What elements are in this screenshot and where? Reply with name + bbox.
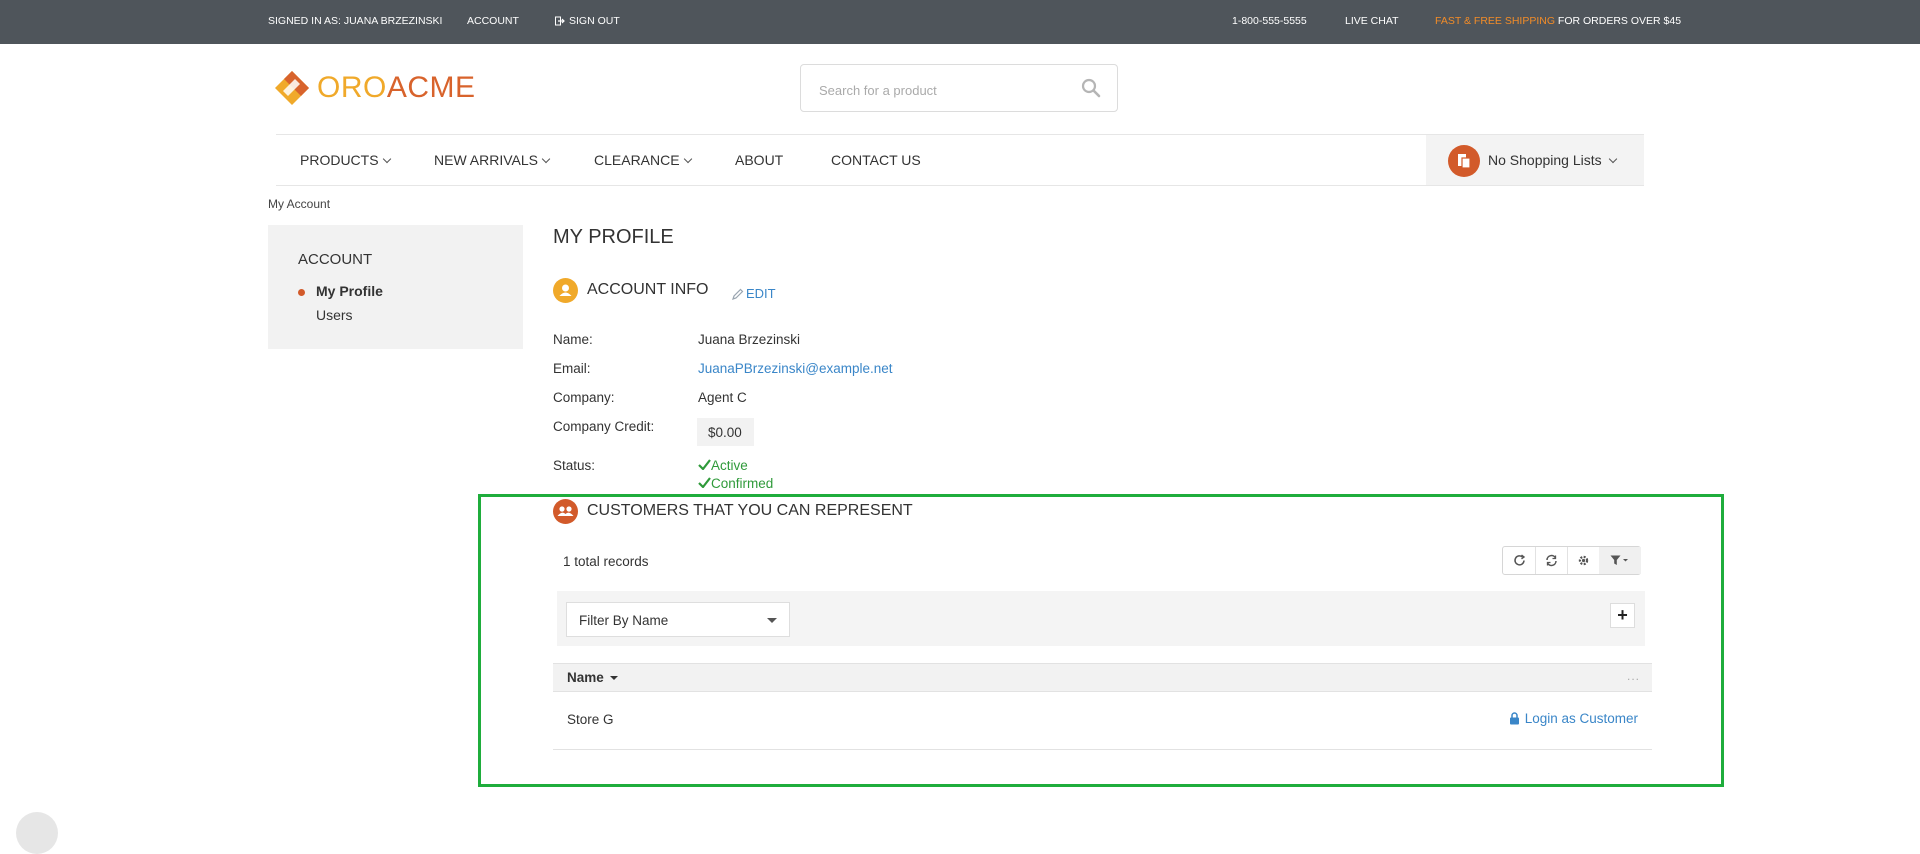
search-box — [800, 64, 1118, 112]
company-credit-badge: $0.00 — [697, 418, 754, 446]
lock-icon — [1509, 712, 1519, 725]
nav-item-label: PRODUCTS — [300, 152, 379, 168]
active-bullet-icon — [298, 289, 305, 296]
chevron-down-icon — [1608, 154, 1617, 164]
nav-item-contact-us[interactable]: CONTACT US — [831, 152, 921, 168]
name-label: Name: — [553, 332, 593, 347]
sidebar-item-my-profile[interactable]: My Profile — [316, 283, 383, 299]
filter-select-label: Filter By Name — [579, 613, 669, 628]
shopping-lists-text: No Shopping Lists — [1488, 152, 1602, 168]
sidebar-title: ACCOUNT — [298, 251, 373, 268]
gear-icon — [1578, 555, 1588, 566]
status-active-text: Active — [711, 458, 748, 473]
total-records: 1 total records — [563, 554, 649, 569]
search-icon — [1081, 78, 1101, 98]
grid-settings-button[interactable] — [1567, 547, 1600, 574]
filter-toggle-button[interactable] — [1599, 547, 1641, 574]
phone-number: 1-800-555-5555 — [1232, 15, 1307, 27]
shopping-lists-dropdown[interactable]: No Shopping Lists — [1426, 135, 1644, 185]
edit-button[interactable]: EDIT — [732, 286, 776, 301]
customer-name-cell: Store G — [567, 712, 614, 727]
logo-mark-icon — [275, 71, 309, 105]
site-logo[interactable]: OROACME — [273, 66, 476, 110]
status-confirmed: Confirmed — [698, 476, 773, 491]
status-active: Active — [698, 458, 748, 473]
breadcrumb[interactable]: My Account — [268, 197, 330, 211]
company-value: Agent C — [698, 390, 747, 405]
sign-out-icon — [555, 16, 565, 26]
main-nav: PRODUCTS NEW ARRIVALS CLEARANCE ABOUT CO… — [276, 134, 1644, 186]
signed-in-text: SIGNED IN AS: JUANA BRZEZINSKI — [268, 15, 443, 27]
account-link[interactable]: ACCOUNT — [467, 15, 519, 27]
chevron-down-icon — [382, 154, 391, 164]
shopping-list-icon — [1448, 145, 1480, 177]
check-icon — [698, 459, 711, 471]
nav-item-about[interactable]: ABOUT — [735, 152, 783, 168]
company-credit-label: Company Credit: — [553, 419, 655, 434]
logo-text: OROACME — [317, 71, 476, 105]
company-label: Company: — [553, 390, 615, 405]
nav-item-label: NEW ARRIVALS — [434, 152, 538, 168]
login-as-customer-label: Login as Customer — [1524, 711, 1638, 726]
column-header-name[interactable]: Name — [567, 670, 618, 685]
shipping-promo: FAST & FREE SHIPPING FOR ORDERS OVER $45 — [1435, 15, 1681, 27]
grid-toolbar — [1502, 546, 1641, 575]
shipping-promo-rest: FOR ORDERS OVER $45 — [1555, 15, 1682, 27]
pencil-icon — [732, 288, 744, 300]
caret-down-icon — [767, 618, 777, 623]
nav-item-clearance[interactable]: CLEARANCE — [594, 152, 692, 168]
reset-button[interactable] — [1535, 547, 1568, 574]
name-value: Juana Brzezinski — [698, 332, 801, 347]
chevron-down-icon — [541, 154, 551, 164]
customers-icon — [553, 499, 578, 524]
edit-label: EDIT — [746, 286, 776, 301]
account-info-title: ACCOUNT INFO — [587, 281, 709, 298]
search-button[interactable] — [1081, 78, 1103, 100]
filter-by-name-select[interactable]: Filter By Name — [566, 602, 790, 637]
check-icon — [698, 477, 711, 489]
account-sidebar: ACCOUNT My Profile Users — [268, 225, 523, 349]
grid-header: Name ... — [553, 663, 1652, 692]
login-as-customer-button[interactable]: Login as Customer — [1509, 711, 1638, 726]
filter-icon — [1610, 555, 1628, 565]
nav-item-products[interactable]: PRODUCTS — [300, 152, 391, 168]
add-filter-button[interactable]: + — [1610, 603, 1635, 628]
email-label: Email: — [553, 361, 591, 376]
filter-pane: Filter By Name + — [557, 591, 1645, 646]
logo-text-oro: ORO — [317, 71, 387, 104]
company-credit-value: $0.00 — [708, 425, 742, 440]
refresh-button[interactable] — [1503, 547, 1536, 574]
column-header-actions: ... — [1626, 669, 1640, 683]
user-icon — [553, 278, 578, 303]
scroll-to-top-button[interactable] — [16, 812, 58, 854]
status-label: Status: — [553, 458, 596, 473]
status-confirmed-text: Confirmed — [711, 476, 774, 491]
nav-item-new-arrivals[interactable]: NEW ARRIVALS — [434, 152, 551, 168]
live-chat-link[interactable]: LIVE CHAT — [1345, 15, 1398, 27]
search-input[interactable] — [817, 79, 1071, 101]
sidebar-item-users[interactable]: Users — [316, 307, 353, 323]
refresh-icon — [1513, 554, 1525, 566]
customers-title: CUSTOMERS THAT YOU CAN REPRESENT — [587, 502, 913, 519]
table-row: Store G Login as Customer — [553, 691, 1652, 750]
page-title: MY PROFILE — [553, 226, 674, 248]
reset-icon — [1545, 554, 1557, 567]
chevron-down-icon — [683, 154, 692, 164]
nav-item-label: CLEARANCE — [594, 152, 680, 168]
sort-caret-icon — [609, 676, 618, 680]
shopping-lists-label: No Shopping Lists — [1488, 152, 1617, 168]
logo-text-acme: ACME — [386, 71, 476, 104]
column-header-name-label: Name — [567, 670, 604, 685]
shipping-promo-accent: FAST & FREE SHIPPING — [1435, 15, 1556, 27]
sign-out-link[interactable]: SIGN OUT — [555, 15, 620, 27]
sign-out-label: SIGN OUT — [569, 15, 620, 27]
email-link[interactable]: JuanaPBrzezinski@example.net — [698, 361, 893, 376]
top-bar: SIGNED IN AS: JUANA BRZEZINSKI ACCOUNT S… — [0, 0, 1920, 44]
